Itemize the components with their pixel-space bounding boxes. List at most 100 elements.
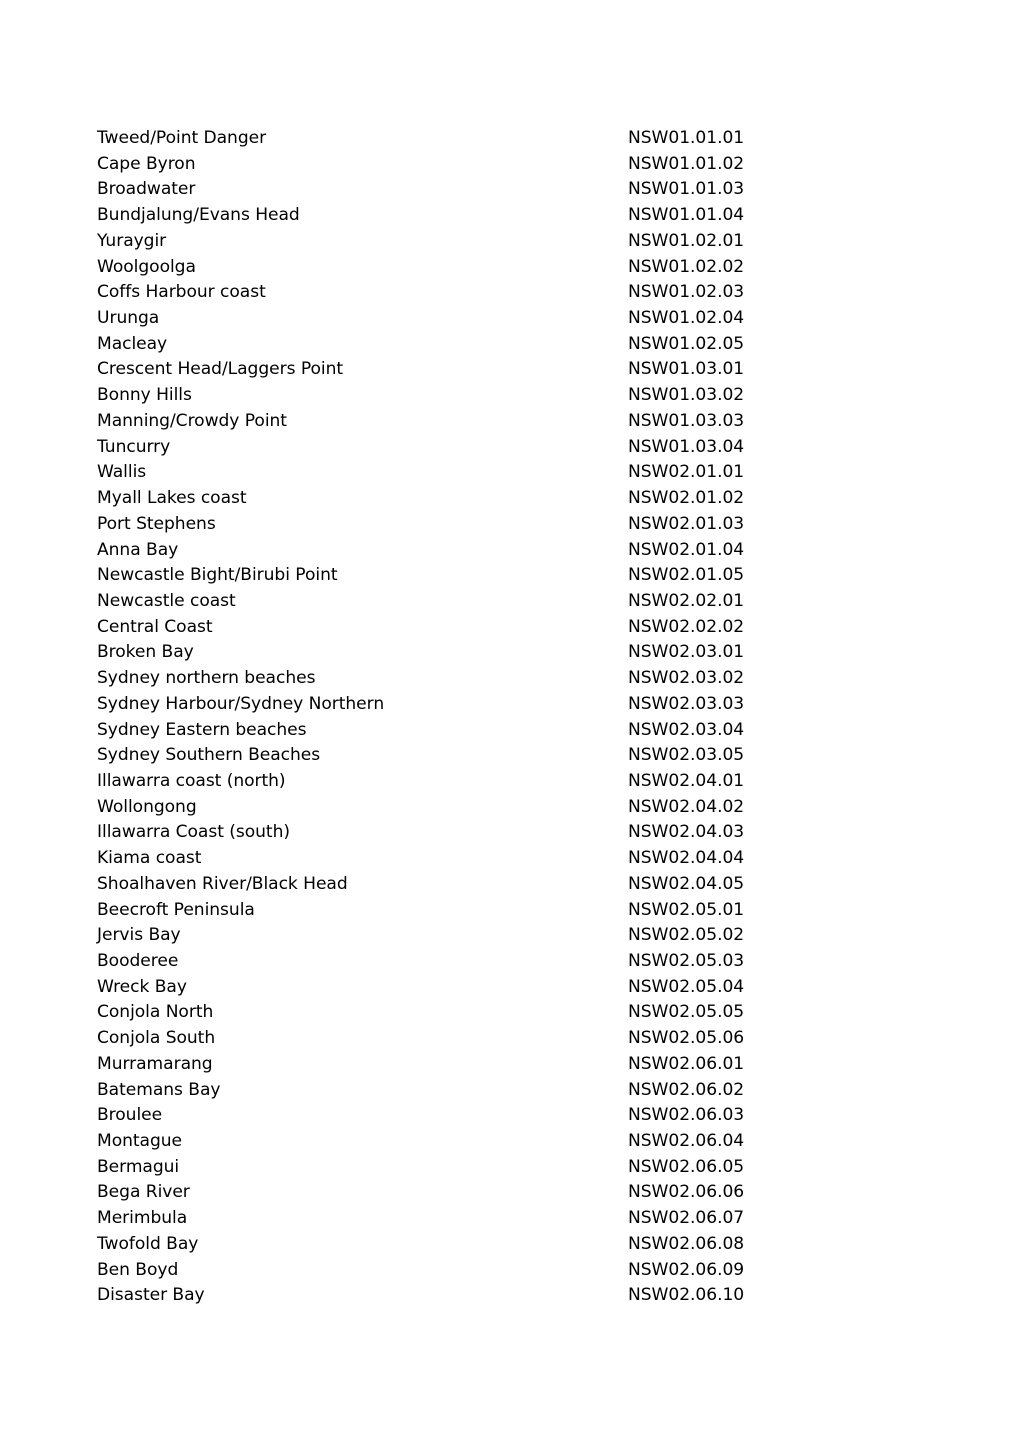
compartment-code: NSW02.05.02 (628, 925, 745, 946)
compartment-code: NSW02.03.02 (628, 668, 745, 689)
compartment-code: NSW02.06.08 (628, 1233, 745, 1254)
table-row: Wreck Bay NSW02.05.04 (97, 975, 917, 1001)
table-row: Montague NSW02.06.04 (97, 1129, 917, 1155)
table-row: Wollongong NSW02.04.02 (97, 795, 917, 821)
compartment-name: Disaster Bay (97, 1285, 205, 1306)
table-row: Cape Byron NSW01.01.02 (97, 152, 917, 178)
table-row: Central Coast NSW02.02.02 (97, 615, 917, 641)
compartment-name: Port Stephens (97, 513, 216, 534)
compartment-code: NSW02.04.02 (628, 796, 745, 817)
table-row: Broadwater NSW01.01.03 (97, 177, 917, 203)
compartment-name: Booderee (97, 951, 179, 971)
compartment-code: NSW01.03.01 (628, 359, 745, 380)
compartment-code: NSW01.03.02 (628, 385, 745, 406)
compartment-name: Macleay (97, 333, 168, 354)
compartment-code: NSW02.06.10 (628, 1285, 745, 1306)
table-row: Murramarang NSW02.06.01 (97, 1052, 917, 1078)
compartment-list: Tweed/Point Danger NSW01.01.01 Cape Byron N… (97, 126, 917, 1309)
table-row: Illawarra Coast (south) NSW02.04.03 (97, 820, 917, 846)
table-row: Bermagui NSW02.06.05 (97, 1155, 917, 1181)
compartment-name: Anna Bay (97, 539, 179, 560)
table-row: Sydney Southern Beaches NSW02.03.05 (97, 743, 917, 769)
document-page: Tweed/Point Danger NSW01.01.01 Cape Byron N… (0, 0, 1020, 1443)
table-row: Conjola North NSW02.05.05 (97, 1000, 917, 1026)
compartment-code: NSW02.03.03 (628, 693, 745, 714)
compartment-name: Coffs Harbour coast (97, 282, 266, 303)
table-row: Coffs Harbour coast NSW01.02.03 (97, 280, 917, 306)
compartment-name: Murramarang (97, 1053, 213, 1074)
compartment-name: Beecroft Peninsula (97, 899, 255, 920)
compartment-name: Wallis (97, 462, 147, 483)
compartment-name: Bonny Hills (97, 385, 192, 406)
table-row: Newcastle coast NSW02.02.01 (97, 589, 917, 615)
table-row: Anna Bay NSW02.01.04 (97, 538, 917, 564)
compartment-name: Illawarra coast (north) (97, 770, 286, 791)
compartment-name: Ben Boyd (97, 1259, 179, 1280)
table-row: Beecroft Peninsula NSW02.05.01 (97, 898, 917, 924)
table-row: Myall Lakes coast NSW02.01.02 (97, 486, 917, 512)
table-row: Crescent Head/Laggers Point NSW01.03.01 (97, 357, 917, 383)
compartment-code: NSW02.06.02 (628, 1079, 745, 1100)
compartment-name: Broken Bay (97, 642, 194, 663)
compartment-name: Bundjalung/Evans Head (97, 205, 300, 226)
compartment-code: NSW01.02.04 (628, 308, 745, 329)
compartment-name: Merimbula (97, 1208, 188, 1229)
compartment-name: Urunga (97, 308, 160, 329)
compartment-code: NSW02.06.09 (628, 1259, 745, 1280)
compartment-name: Jervis Bay (97, 925, 181, 946)
compartment-code: NSW02.04.04 (628, 848, 745, 869)
compartment-name: Tweed/Point Danger (97, 128, 267, 148)
compartment-code: NSW02.05.01 (628, 899, 745, 920)
table-row: Broulee NSW02.06.03 (97, 1103, 917, 1129)
table-row: Sydney Eastern beaches NSW02.03.04 (97, 718, 917, 744)
compartment-name: Central Coast (97, 616, 213, 637)
compartment-code: NSW02.04.01 (628, 770, 745, 791)
table-row: Broken Bay NSW02.03.01 (97, 640, 917, 666)
compartment-code: NSW01.02.01 (628, 230, 745, 251)
compartment-code: NSW02.06.05 (628, 1156, 745, 1177)
compartment-code: NSW02.04.03 (628, 822, 745, 843)
compartment-name: Cape Byron (97, 153, 196, 174)
compartment-code: NSW01.02.03 (628, 282, 745, 303)
compartment-name: Wollongong (97, 796, 197, 817)
table-row: Newcastle Bight/Birubi Point NSW02.01.05 (97, 563, 917, 589)
table-row: Urunga NSW01.02.04 (97, 306, 917, 332)
table-row: Yuraygir NSW01.02.01 (97, 229, 917, 255)
compartment-code: NSW02.06.07 (628, 1208, 745, 1229)
compartment-code: NSW02.06.06 (628, 1182, 745, 1203)
compartment-code: NSW02.05.03 (628, 951, 745, 971)
compartment-name: Illawarra Coast (south) (97, 822, 290, 843)
compartment-code: NSW02.02.01 (628, 590, 745, 611)
compartment-code: NSW02.04.05 (628, 873, 745, 894)
compartment-code: NSW02.01.02 (628, 488, 745, 509)
table-row: Shoalhaven River/Black Head NSW02.04.05 (97, 872, 917, 898)
table-row: Merimbula NSW02.06.07 (97, 1206, 917, 1232)
table-row: Illawarra coast (north) NSW02.04.01 (97, 769, 917, 795)
table-row: Tuncurry NSW01.03.04 (97, 435, 917, 461)
table-row: Jervis Bay NSW02.05.02 (97, 923, 917, 949)
table-row: Wallis NSW02.01.01 (97, 460, 917, 486)
compartment-code: NSW01.01.04 (628, 205, 745, 226)
compartment-code: NSW02.01.05 (628, 565, 745, 586)
compartment-name: Shoalhaven River/Black Head (97, 873, 348, 894)
compartment-name: Conjola South (97, 1028, 216, 1049)
compartment-code: NSW01.02.05 (628, 333, 745, 354)
table-row: Macleay NSW01.02.05 (97, 332, 917, 358)
compartment-name: Newcastle coast (97, 590, 236, 611)
compartment-name: Kiama coast (97, 848, 202, 869)
compartment-name: Crescent Head/Laggers Point (97, 359, 344, 380)
compartment-code: NSW02.05.04 (628, 976, 745, 997)
compartment-code: NSW01.01.02 (628, 153, 745, 174)
table-row: Tweed/Point Danger NSW01.01.01 (97, 126, 917, 152)
table-row: Bega River NSW02.06.06 (97, 1180, 917, 1206)
compartment-name: Yuraygir (97, 230, 167, 251)
compartment-code: NSW02.02.02 (628, 616, 745, 637)
compartment-code: NSW01.01.03 (628, 179, 745, 200)
compartment-code: NSW02.06.04 (628, 1131, 745, 1152)
compartment-name: Sydney Southern Beaches (97, 745, 321, 766)
compartment-code: NSW02.03.04 (628, 719, 745, 740)
compartment-code: NSW02.03.01 (628, 642, 745, 663)
compartment-code: NSW01.01.01 (628, 128, 745, 148)
compartment-code: NSW02.05.06 (628, 1028, 745, 1049)
compartment-code: NSW02.06.03 (628, 1105, 745, 1126)
